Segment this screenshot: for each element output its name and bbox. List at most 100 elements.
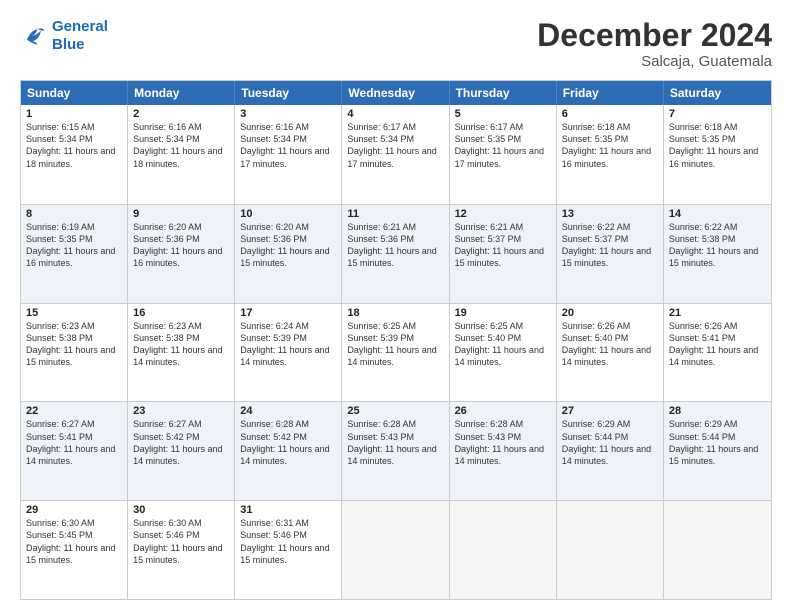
day-number: 30 <box>133 504 229 516</box>
day-number: 1 <box>26 108 122 120</box>
cell-details: Sunrise: 6:25 AMSunset: 5:39 PMDaylight:… <box>347 321 436 367</box>
day-number: 21 <box>669 307 766 319</box>
calendar-row-2: 8 Sunrise: 6:19 AMSunset: 5:35 PMDayligh… <box>21 204 771 303</box>
calendar-cell: 27 Sunrise: 6:29 AMSunset: 5:44 PMDaylig… <box>557 402 664 500</box>
month-title: December 2024 <box>537 18 772 53</box>
calendar-row-3: 15 Sunrise: 6:23 AMSunset: 5:38 PMDaylig… <box>21 303 771 402</box>
calendar-cell: 21 Sunrise: 6:26 AMSunset: 5:41 PMDaylig… <box>664 304 771 402</box>
cell-details: Sunrise: 6:28 AMSunset: 5:43 PMDaylight:… <box>347 419 436 465</box>
cell-details: Sunrise: 6:26 AMSunset: 5:41 PMDaylight:… <box>669 321 758 367</box>
cell-details: Sunrise: 6:30 AMSunset: 5:45 PMDaylight:… <box>26 518 115 564</box>
day-number: 6 <box>562 108 658 120</box>
cell-details: Sunrise: 6:28 AMSunset: 5:42 PMDaylight:… <box>240 419 329 465</box>
cell-details: Sunrise: 6:20 AMSunset: 5:36 PMDaylight:… <box>240 222 329 268</box>
calendar-cell: 11 Sunrise: 6:21 AMSunset: 5:36 PMDaylig… <box>342 205 449 303</box>
calendar-cell: 17 Sunrise: 6:24 AMSunset: 5:39 PMDaylig… <box>235 304 342 402</box>
day-number: 24 <box>240 405 336 417</box>
calendar: Sunday Monday Tuesday Wednesday Thursday… <box>20 80 772 600</box>
calendar-cell: 30 Sunrise: 6:30 AMSunset: 5:46 PMDaylig… <box>128 501 235 599</box>
calendar-cell: 12 Sunrise: 6:21 AMSunset: 5:37 PMDaylig… <box>450 205 557 303</box>
calendar-cell: 13 Sunrise: 6:22 AMSunset: 5:37 PMDaylig… <box>557 205 664 303</box>
logo-line2: Blue <box>52 36 85 53</box>
cell-details: Sunrise: 6:25 AMSunset: 5:40 PMDaylight:… <box>455 321 544 367</box>
calendar-cell: 8 Sunrise: 6:19 AMSunset: 5:35 PMDayligh… <box>21 205 128 303</box>
calendar-cell: 29 Sunrise: 6:30 AMSunset: 5:45 PMDaylig… <box>21 501 128 599</box>
day-number: 18 <box>347 307 443 319</box>
cell-details: Sunrise: 6:17 AMSunset: 5:34 PMDaylight:… <box>347 122 436 168</box>
calendar-cell: 26 Sunrise: 6:28 AMSunset: 5:43 PMDaylig… <box>450 402 557 500</box>
day-number: 27 <box>562 405 658 417</box>
calendar-cell: 20 Sunrise: 6:26 AMSunset: 5:40 PMDaylig… <box>557 304 664 402</box>
calendar-header: Sunday Monday Tuesday Wednesday Thursday… <box>21 81 771 105</box>
calendar-cell: 9 Sunrise: 6:20 AMSunset: 5:36 PMDayligh… <box>128 205 235 303</box>
calendar-cell: 25 Sunrise: 6:28 AMSunset: 5:43 PMDaylig… <box>342 402 449 500</box>
calendar-cell: 28 Sunrise: 6:29 AMSunset: 5:44 PMDaylig… <box>664 402 771 500</box>
cell-details: Sunrise: 6:16 AMSunset: 5:34 PMDaylight:… <box>133 122 222 168</box>
day-number: 11 <box>347 208 443 220</box>
logo-line1: General <box>52 18 108 35</box>
day-number: 26 <box>455 405 551 417</box>
calendar-cell <box>557 501 664 599</box>
cell-details: Sunrise: 6:16 AMSunset: 5:34 PMDaylight:… <box>240 122 329 168</box>
calendar-cell <box>450 501 557 599</box>
calendar-cell: 5 Sunrise: 6:17 AMSunset: 5:35 PMDayligh… <box>450 105 557 204</box>
cell-details: Sunrise: 6:20 AMSunset: 5:36 PMDaylight:… <box>133 222 222 268</box>
header-thursday: Thursday <box>450 81 557 105</box>
cell-details: Sunrise: 6:29 AMSunset: 5:44 PMDaylight:… <box>669 419 758 465</box>
cell-details: Sunrise: 6:27 AMSunset: 5:41 PMDaylight:… <box>26 419 115 465</box>
day-number: 25 <box>347 405 443 417</box>
calendar-cell: 10 Sunrise: 6:20 AMSunset: 5:36 PMDaylig… <box>235 205 342 303</box>
day-number: 16 <box>133 307 229 319</box>
cell-details: Sunrise: 6:22 AMSunset: 5:38 PMDaylight:… <box>669 222 758 268</box>
cell-details: Sunrise: 6:30 AMSunset: 5:46 PMDaylight:… <box>133 518 222 564</box>
calendar-cell: 4 Sunrise: 6:17 AMSunset: 5:34 PMDayligh… <box>342 105 449 204</box>
calendar-cell: 14 Sunrise: 6:22 AMSunset: 5:38 PMDaylig… <box>664 205 771 303</box>
cell-details: Sunrise: 6:21 AMSunset: 5:36 PMDaylight:… <box>347 222 436 268</box>
calendar-body: 1 Sunrise: 6:15 AMSunset: 5:34 PMDayligh… <box>21 105 771 599</box>
day-number: 2 <box>133 108 229 120</box>
day-number: 12 <box>455 208 551 220</box>
page: General Blue December 2024 Salcaja, Guat… <box>0 0 792 612</box>
cell-details: Sunrise: 6:26 AMSunset: 5:40 PMDaylight:… <box>562 321 651 367</box>
calendar-cell: 15 Sunrise: 6:23 AMSunset: 5:38 PMDaylig… <box>21 304 128 402</box>
calendar-row-5: 29 Sunrise: 6:30 AMSunset: 5:45 PMDaylig… <box>21 500 771 599</box>
day-number: 13 <box>562 208 658 220</box>
cell-details: Sunrise: 6:24 AMSunset: 5:39 PMDaylight:… <box>240 321 329 367</box>
cell-details: Sunrise: 6:22 AMSunset: 5:37 PMDaylight:… <box>562 222 651 268</box>
calendar-cell: 22 Sunrise: 6:27 AMSunset: 5:41 PMDaylig… <box>21 402 128 500</box>
calendar-cell: 6 Sunrise: 6:18 AMSunset: 5:35 PMDayligh… <box>557 105 664 204</box>
calendar-cell: 19 Sunrise: 6:25 AMSunset: 5:40 PMDaylig… <box>450 304 557 402</box>
day-number: 5 <box>455 108 551 120</box>
calendar-cell: 1 Sunrise: 6:15 AMSunset: 5:34 PMDayligh… <box>21 105 128 204</box>
day-number: 19 <box>455 307 551 319</box>
cell-details: Sunrise: 6:19 AMSunset: 5:35 PMDaylight:… <box>26 222 115 268</box>
day-number: 29 <box>26 504 122 516</box>
header: General Blue December 2024 Salcaja, Guat… <box>20 18 772 70</box>
day-number: 9 <box>133 208 229 220</box>
calendar-cell <box>664 501 771 599</box>
calendar-cell: 7 Sunrise: 6:18 AMSunset: 5:35 PMDayligh… <box>664 105 771 204</box>
title-block: December 2024 Salcaja, Guatemala <box>537 18 772 70</box>
header-wednesday: Wednesday <box>342 81 449 105</box>
day-number: 15 <box>26 307 122 319</box>
day-number: 10 <box>240 208 336 220</box>
day-number: 23 <box>133 405 229 417</box>
calendar-row-4: 22 Sunrise: 6:27 AMSunset: 5:41 PMDaylig… <box>21 401 771 500</box>
logo: General Blue <box>20 18 108 54</box>
calendar-cell: 23 Sunrise: 6:27 AMSunset: 5:42 PMDaylig… <box>128 402 235 500</box>
cell-details: Sunrise: 6:29 AMSunset: 5:44 PMDaylight:… <box>562 419 651 465</box>
day-number: 7 <box>669 108 766 120</box>
calendar-cell: 2 Sunrise: 6:16 AMSunset: 5:34 PMDayligh… <box>128 105 235 204</box>
calendar-cell: 18 Sunrise: 6:25 AMSunset: 5:39 PMDaylig… <box>342 304 449 402</box>
location: Salcaja, Guatemala <box>537 53 772 70</box>
header-friday: Friday <box>557 81 664 105</box>
logo-text: General Blue <box>52 18 108 54</box>
header-tuesday: Tuesday <box>235 81 342 105</box>
day-number: 4 <box>347 108 443 120</box>
day-number: 8 <box>26 208 122 220</box>
day-number: 20 <box>562 307 658 319</box>
day-number: 3 <box>240 108 336 120</box>
day-number: 17 <box>240 307 336 319</box>
cell-details: Sunrise: 6:15 AMSunset: 5:34 PMDaylight:… <box>26 122 115 168</box>
cell-details: Sunrise: 6:27 AMSunset: 5:42 PMDaylight:… <box>133 419 222 465</box>
